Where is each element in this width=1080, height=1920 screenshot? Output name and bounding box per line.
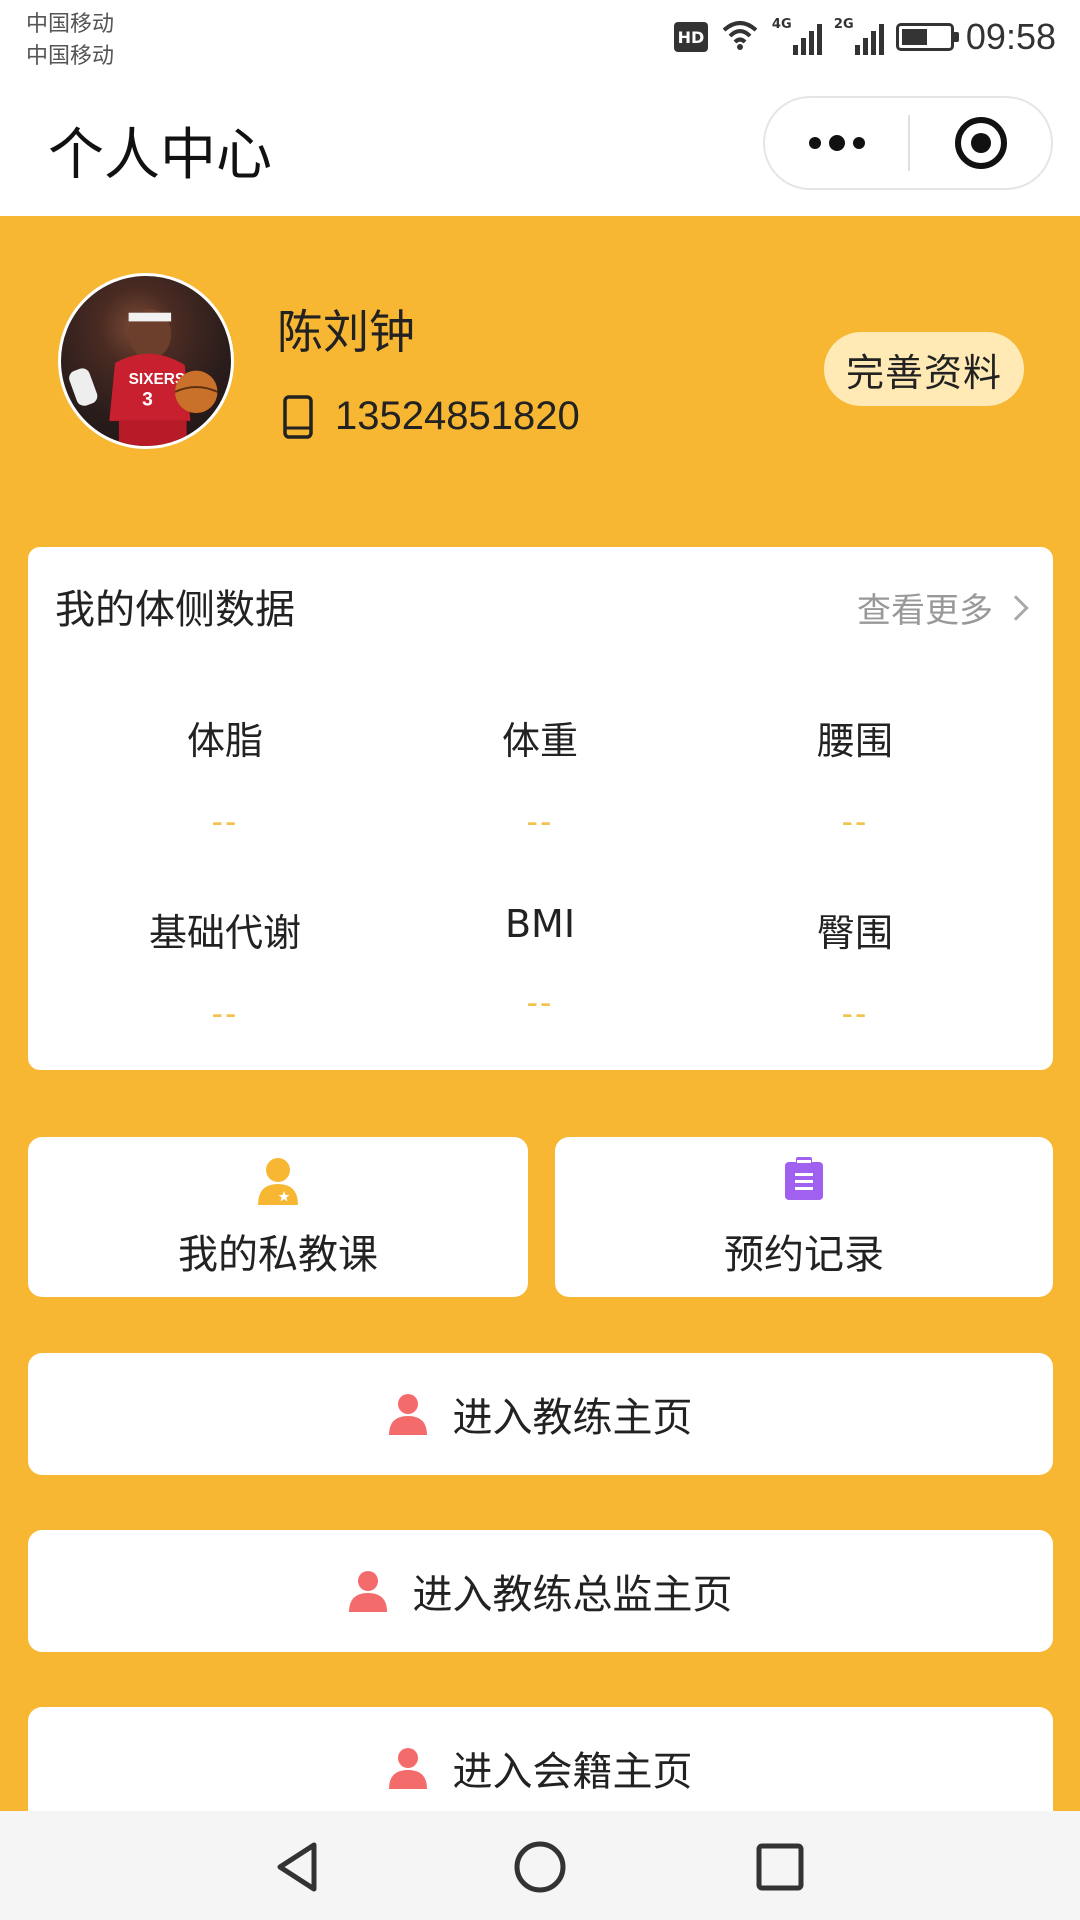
mini-program-capsule	[763, 96, 1053, 190]
signal-icon: 2G	[833, 17, 884, 55]
avatar-image: SIXERS 3	[69, 308, 218, 446]
target-circle-icon	[954, 117, 1007, 169]
tile-label: 预约记录	[724, 1232, 884, 1278]
network-type-label: 2G	[833, 17, 854, 32]
metric-label: 臀围	[816, 911, 893, 955]
svg-text:3: 3	[142, 389, 153, 410]
battery-icon	[895, 23, 959, 51]
status-bar: 中国移动 中国移动 HD 4G 2G 09:58	[0, 0, 1080, 96]
home-circle-icon	[514, 1841, 566, 1893]
metric-value: --	[526, 984, 554, 1022]
booking-records-tile[interactable]: 预约记录	[555, 1137, 1053, 1297]
home-button[interactable]	[510, 1837, 570, 1897]
card-title: 我的体侧数据	[55, 587, 295, 633]
battery-level	[901, 29, 928, 45]
network-type-label: 4G	[771, 17, 792, 32]
metric-value: --	[841, 995, 869, 1033]
back-button[interactable]	[270, 1837, 330, 1897]
more-button[interactable]	[765, 98, 908, 188]
signal-icon: 4G	[771, 17, 822, 55]
title-bar: 个人中心	[0, 96, 1080, 216]
recent-square-icon	[756, 1843, 804, 1891]
metric-bmr: 基础代谢 --	[65, 902, 385, 1034]
complete-profile-button[interactable]: 完善资料	[824, 332, 1024, 406]
metric-label: BMI	[504, 902, 576, 946]
enter-coach-home-button[interactable]: 进入教练主页	[28, 1353, 1053, 1475]
tile-label: 我的私教课	[178, 1232, 378, 1278]
clock: 09:58	[965, 16, 1056, 57]
person-icon	[348, 1570, 387, 1612]
metric-label: 基础代谢	[148, 911, 301, 955]
metric-bmi: BMI --	[380, 902, 700, 1023]
metric-label: 体脂	[186, 719, 263, 763]
metric-label: 体重	[501, 719, 578, 763]
hd-icon: HD	[673, 22, 708, 52]
entry-label: 进入教练总监主页	[412, 1572, 733, 1618]
carrier-label: 中国移动	[26, 12, 115, 37]
metric-weight: 体重 --	[380, 710, 700, 842]
metric-waist: 腰围 --	[695, 710, 1015, 842]
back-triangle-icon	[277, 1842, 317, 1892]
carrier-label: 中国移动	[26, 44, 115, 69]
user-icon	[258, 1157, 298, 1207]
page-title: 个人中心	[48, 123, 272, 188]
more-dots-icon	[808, 135, 865, 151]
metric-body-fat: 体脂 --	[65, 710, 385, 842]
mobile-phone-icon	[283, 394, 313, 439]
entry-label: 进入教练主页	[452, 1395, 693, 1441]
avatar[interactable]: SIXERS 3	[58, 273, 234, 449]
close-button[interactable]	[910, 98, 1051, 188]
person-icon	[388, 1393, 427, 1435]
chevron-right-icon	[1003, 594, 1029, 621]
metric-hip: 臀围 --	[695, 902, 1015, 1034]
metric-value: --	[526, 803, 554, 841]
entry-label: 进入会籍主页	[452, 1749, 693, 1795]
person-icon	[388, 1747, 427, 1789]
my-private-lessons-tile[interactable]: 我的私教课	[28, 1137, 528, 1297]
metric-value: --	[211, 803, 239, 841]
phone-number: 13524851820	[335, 394, 580, 438]
clipboard-icon	[784, 1157, 824, 1201]
wifi-icon	[720, 18, 760, 56]
metric-label: 腰围	[816, 719, 893, 763]
enter-coach-director-home-button[interactable]: 进入教练总监主页	[28, 1530, 1053, 1652]
system-nav-bar	[0, 1811, 1080, 1920]
user-name: 陈刘钟	[277, 305, 415, 359]
body-data-card: 我的体侧数据 查看更多 体脂 -- 体重 -- 腰围 -- 基础代谢 -- BM…	[28, 547, 1053, 1070]
see-more-link[interactable]: 查看更多	[857, 583, 1029, 632]
metric-value: --	[211, 995, 239, 1033]
metric-value: --	[841, 803, 869, 841]
status-indicators: HD 4G 2G 09:58	[673, 14, 1056, 60]
recent-apps-button[interactable]	[750, 1837, 810, 1897]
see-more-label: 查看更多	[857, 591, 993, 631]
phone-row: 13524851820	[283, 394, 580, 439]
